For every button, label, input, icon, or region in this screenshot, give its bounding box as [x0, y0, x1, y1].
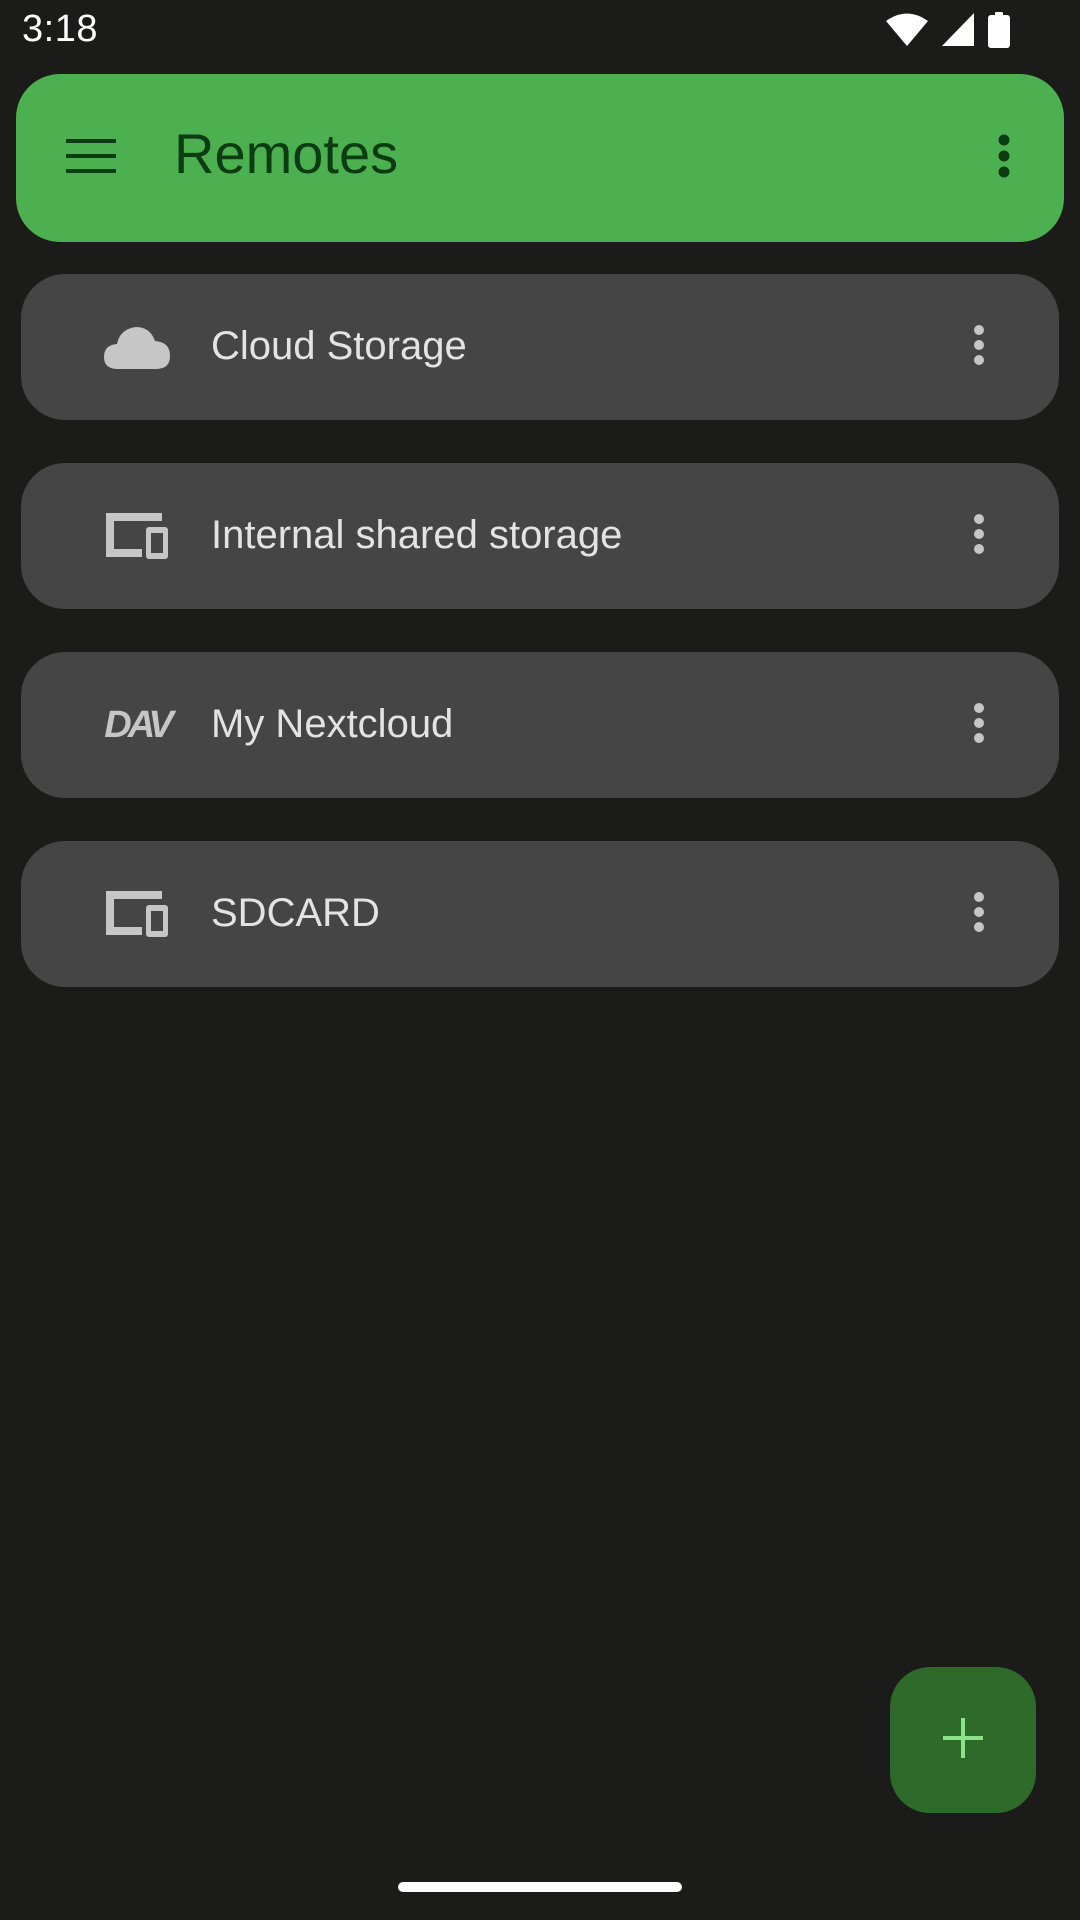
- top-app-bar: Remotes: [16, 74, 1064, 242]
- app-bar-more-options-button[interactable]: [974, 118, 1034, 198]
- remote-item-cloud-storage[interactable]: Cloud Storage: [21, 274, 1059, 420]
- cloud-icon: [101, 315, 173, 379]
- add-remote-button[interactable]: [890, 1667, 1036, 1813]
- remotes-screen: 3:18 Remotes Cloud Storage Internal shar…: [0, 0, 1080, 1920]
- remote-label: SDCARD: [211, 891, 380, 935]
- webdav-icon: DAV: [101, 693, 173, 757]
- remote-more-options-button[interactable]: [959, 312, 999, 382]
- navigation-menu-button[interactable]: [66, 124, 144, 192]
- gesture-navigation-handle[interactable]: [398, 1882, 682, 1892]
- more-vert-icon: [973, 891, 985, 938]
- remote-more-options-button[interactable]: [959, 879, 999, 949]
- status-bar: 3:18: [0, 0, 1080, 64]
- battery-icon: [988, 12, 1010, 48]
- remote-label: Internal shared storage: [211, 513, 623, 557]
- wifi-icon: [886, 13, 928, 47]
- page-title: Remotes: [174, 122, 399, 185]
- more-vert-icon: [997, 134, 1011, 183]
- remote-item-internal-shared-storage[interactable]: Internal shared storage: [21, 463, 1059, 609]
- hamburger-menu-icon: [66, 138, 116, 178]
- remote-more-options-button[interactable]: [959, 690, 999, 760]
- status-time: 3:18: [22, 8, 98, 50]
- devices-icon: [101, 504, 173, 568]
- remote-more-options-button[interactable]: [959, 501, 999, 571]
- more-vert-icon: [973, 324, 985, 371]
- cell-signal-icon: [942, 13, 974, 47]
- remote-item-my-nextcloud[interactable]: DAV My Nextcloud: [21, 652, 1059, 798]
- devices-icon: [101, 882, 173, 946]
- remote-list: Cloud Storage Internal shared storage DA…: [21, 274, 1059, 1030]
- remote-label: Cloud Storage: [211, 324, 467, 368]
- more-vert-icon: [973, 513, 985, 560]
- more-vert-icon: [973, 702, 985, 749]
- webdav-icon-text: DAV: [104, 703, 173, 746]
- status-icons: [886, 12, 1010, 48]
- plus-icon: [943, 1717, 983, 1763]
- remote-item-sdcard[interactable]: SDCARD: [21, 841, 1059, 987]
- remote-label: My Nextcloud: [211, 702, 454, 746]
